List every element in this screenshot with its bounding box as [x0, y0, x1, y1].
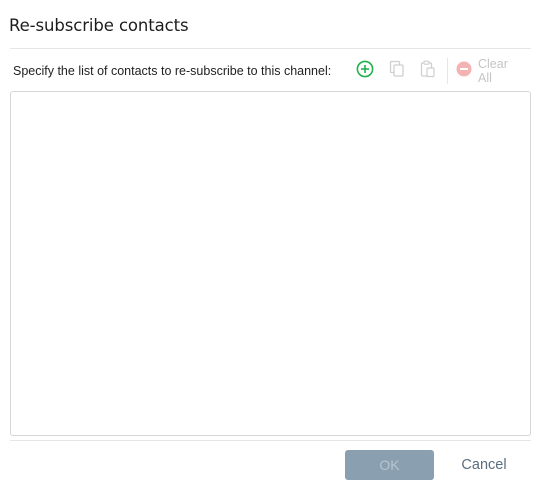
- dialog-title: Re-subscribe contacts: [9, 16, 189, 35]
- resubscribe-dialog: Re-subscribe contacts Specify the list o…: [0, 0, 538, 492]
- footer-divider: [10, 440, 531, 441]
- toolbar-divider: [447, 58, 448, 84]
- add-contact-button[interactable]: [354, 60, 376, 82]
- ok-button[interactable]: OK: [345, 450, 434, 480]
- header-divider: [10, 48, 531, 49]
- contacts-list[interactable]: [10, 91, 531, 436]
- copy-icon: [389, 60, 405, 83]
- add-circle-icon: [356, 60, 374, 83]
- instruction-text: Specify the list of contacts to re-subsc…: [13, 64, 332, 78]
- clear-all-label: Clear All: [478, 57, 508, 85]
- remove-circle-icon: [456, 61, 472, 82]
- copy-button[interactable]: [386, 60, 408, 82]
- clear-all-button[interactable]: Clear All: [456, 57, 508, 85]
- paste-icon: [420, 60, 436, 83]
- paste-button[interactable]: [417, 60, 439, 82]
- cancel-button[interactable]: Cancel: [449, 450, 519, 480]
